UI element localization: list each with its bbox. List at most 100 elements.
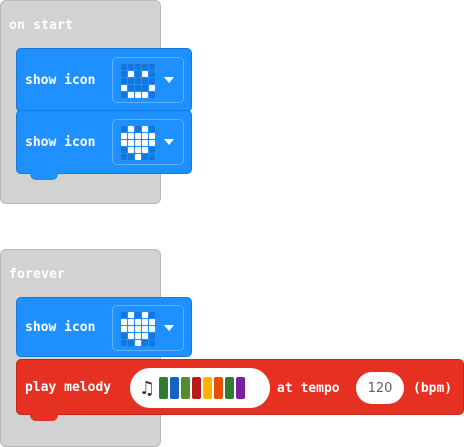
- led-cell: [149, 71, 155, 77]
- heart-icon: [121, 126, 155, 160]
- led-cell: [128, 133, 134, 139]
- show-icon-label: show icon: [25, 72, 96, 88]
- melody-note-bar: [225, 377, 235, 399]
- led-cell: [142, 85, 148, 91]
- led-cell: [142, 340, 148, 346]
- led-cell: [149, 126, 155, 132]
- melody-note-bar: [236, 377, 246, 399]
- led-cell: [135, 140, 141, 146]
- led-cell: [128, 64, 134, 70]
- led-cell: [128, 71, 134, 77]
- melody-note-bar: [192, 377, 202, 399]
- play-melody-label: play melody: [25, 379, 112, 395]
- led-cell: [142, 154, 148, 160]
- led-cell: [135, 133, 141, 139]
- led-cell: [135, 326, 141, 332]
- led-cell: [135, 126, 141, 132]
- led-cell: [149, 92, 155, 98]
- led-cell: [142, 92, 148, 98]
- led-cell: [135, 340, 141, 346]
- led-cell: [149, 333, 155, 339]
- melody-note-bar: [203, 377, 213, 399]
- led-cell: [121, 64, 127, 70]
- led-cell: [121, 126, 127, 132]
- icon-dropdown[interactable]: [112, 305, 184, 351]
- melody-picker[interactable]: ♫: [130, 368, 270, 408]
- led-cell: [149, 147, 155, 153]
- led-cell: [128, 340, 134, 346]
- led-cell: [149, 133, 155, 139]
- led-cell: [128, 147, 134, 153]
- melody-note-bar: [159, 377, 169, 399]
- icon-dropdown[interactable]: [112, 119, 184, 165]
- led-cell: [135, 78, 141, 84]
- led-cell: [135, 333, 141, 339]
- led-cell: [121, 333, 127, 339]
- led-cell: [142, 126, 148, 132]
- block-connector: [30, 173, 58, 180]
- melody-notes: [159, 377, 247, 399]
- led-cell: [128, 85, 134, 91]
- led-cell: [135, 319, 141, 325]
- led-cell: [142, 133, 148, 139]
- led-cell: [142, 312, 148, 318]
- melody-note-bar: [170, 377, 180, 399]
- led-cell: [128, 312, 134, 318]
- led-cell: [142, 147, 148, 153]
- happy-face-icon: [121, 64, 155, 98]
- led-cell: [121, 78, 127, 84]
- led-cell: [121, 92, 127, 98]
- led-cell: [149, 64, 155, 70]
- on-start-label: on start: [9, 18, 74, 33]
- play-melody-block[interactable]: play melody ♫ at tempo 120 (bpm): [16, 359, 464, 415]
- heart-icon: [121, 312, 155, 346]
- forever-label: forever: [9, 267, 66, 282]
- led-cell: [128, 140, 134, 146]
- led-cell: [128, 126, 134, 132]
- led-cell: [149, 140, 155, 146]
- melody-note-bar: [214, 377, 224, 399]
- led-cell: [135, 312, 141, 318]
- led-cell: [135, 64, 141, 70]
- melody-note-bar: [181, 377, 191, 399]
- show-icon-label: show icon: [25, 319, 96, 335]
- led-cell: [149, 312, 155, 318]
- music-note-icon: ♫: [139, 377, 156, 399]
- led-cell: [149, 326, 155, 332]
- led-cell: [135, 154, 141, 160]
- led-cell: [121, 85, 127, 91]
- led-cell: [142, 333, 148, 339]
- show-icon-block-3[interactable]: show icon: [16, 297, 192, 357]
- led-cell: [121, 340, 127, 346]
- at-tempo-label: at tempo: [277, 381, 340, 396]
- led-cell: [149, 340, 155, 346]
- led-cell: [142, 326, 148, 332]
- led-cell: [149, 319, 155, 325]
- chevron-down-icon: [164, 139, 174, 145]
- led-cell: [142, 78, 148, 84]
- led-cell: [142, 319, 148, 325]
- led-cell: [121, 71, 127, 77]
- led-cell: [128, 333, 134, 339]
- led-cell: [121, 147, 127, 153]
- led-cell: [121, 319, 127, 325]
- chevron-down-icon: [164, 77, 174, 83]
- show-icon-block-2[interactable]: show icon: [16, 110, 192, 174]
- led-cell: [142, 140, 148, 146]
- show-icon-block-1[interactable]: show icon: [16, 48, 192, 112]
- led-cell: [121, 312, 127, 318]
- led-cell: [128, 154, 134, 160]
- led-cell: [121, 140, 127, 146]
- led-cell: [135, 92, 141, 98]
- led-cell: [128, 78, 134, 84]
- led-cell: [121, 154, 127, 160]
- led-cell: [142, 64, 148, 70]
- tempo-input[interactable]: 120: [356, 372, 404, 404]
- led-cell: [135, 85, 141, 91]
- led-cell: [142, 71, 148, 77]
- icon-dropdown[interactable]: [112, 57, 184, 103]
- led-cell: [149, 78, 155, 84]
- led-cell: [128, 326, 134, 332]
- led-cell: [121, 133, 127, 139]
- led-cell: [135, 71, 141, 77]
